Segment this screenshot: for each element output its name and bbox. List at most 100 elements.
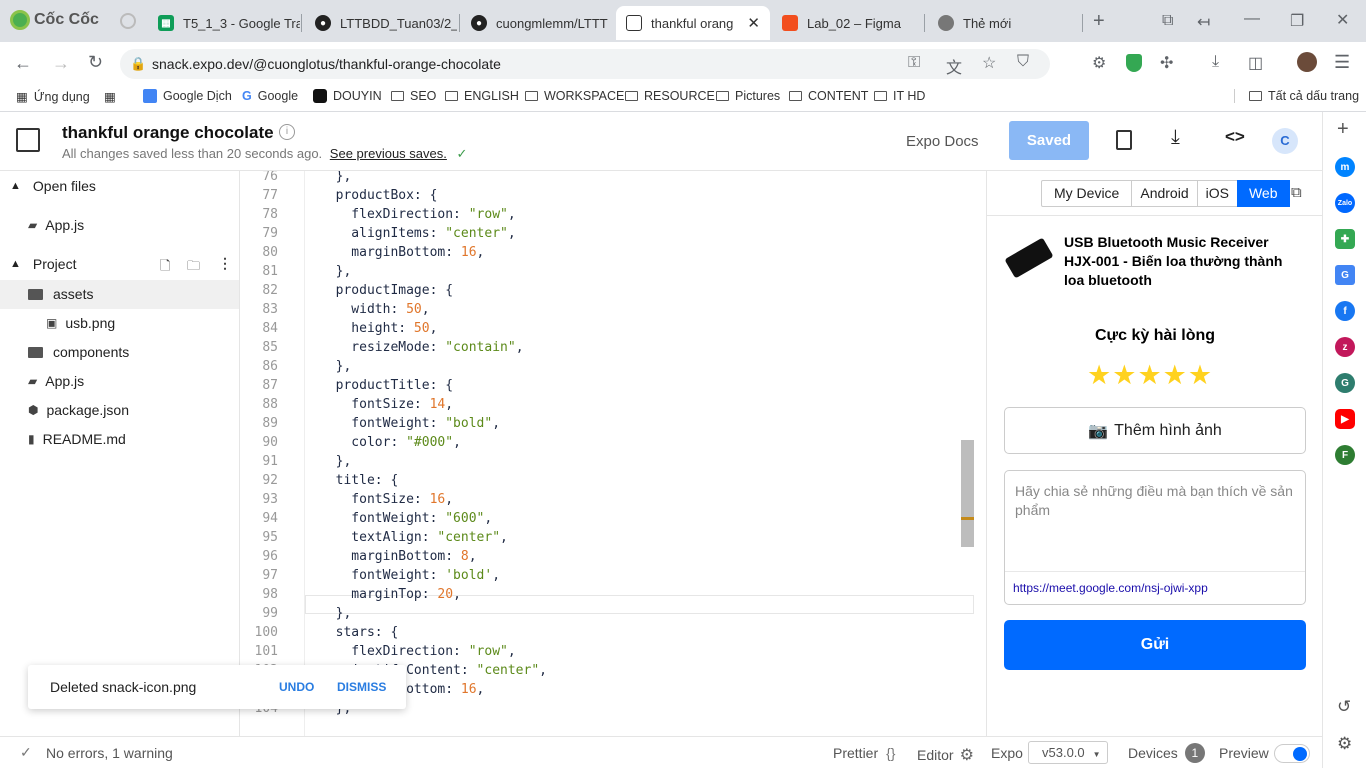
bookmark-it-hd[interactable]: IT HD xyxy=(874,89,925,103)
devices-button[interactable]: Devices 1 xyxy=(1128,742,1205,763)
expo-version-select[interactable]: v53.0.0 ▼ xyxy=(1028,741,1108,764)
add-image-button[interactable]: 📷 Thêm hình ảnh xyxy=(1004,407,1306,454)
code-line[interactable]: textAlign: "center", xyxy=(320,530,508,545)
code-line[interactable]: marginBottom: 8, xyxy=(320,549,476,564)
back-history-icon[interactable]: ↤ xyxy=(1197,12,1210,32)
star-icon[interactable]: ★ xyxy=(1188,360,1213,391)
tab-5[interactable]: Thẻ mới xyxy=(928,6,1080,40)
code-line[interactable]: title: { xyxy=(320,473,399,488)
grid2-icon[interactable]: ▦ xyxy=(104,89,116,104)
translate-icon[interactable]: 文 xyxy=(946,54,962,78)
bookmark-google[interactable]: G Google xyxy=(242,89,298,103)
url-text[interactable]: snack.expo.dev/@cuonglotus/thankful-oran… xyxy=(152,56,501,72)
code-line[interactable]: }, xyxy=(320,606,352,621)
youtube-icon[interactable]: ▶ xyxy=(1335,409,1355,429)
z-icon[interactable]: z xyxy=(1335,337,1355,357)
code-line[interactable]: resizeMode: "contain", xyxy=(320,340,523,355)
maximize-icon[interactable]: ❐ xyxy=(1290,11,1304,31)
key-icon[interactable]: ⚿ xyxy=(908,54,920,72)
embed-code-icon[interactable]: <> xyxy=(1225,127,1245,147)
dismiss-button[interactable]: DISMISS xyxy=(337,680,386,694)
g-app-icon[interactable]: G xyxy=(1335,373,1355,393)
shield-icon[interactable]: ⛉ xyxy=(1017,53,1029,71)
code-editor[interactable]: 76 }, 77 productBox: {78 flexDirection: "… xyxy=(240,171,986,736)
forward-icon[interactable]: → xyxy=(52,53,70,74)
tree-item-readme[interactable]: ▮ README.md xyxy=(28,431,126,447)
star-rating[interactable]: ★ ★ ★ ★ ★ xyxy=(1087,360,1213,391)
tab-active[interactable]: thankful orang ✕ xyxy=(616,6,770,40)
window-close-icon[interactable]: ✕ xyxy=(1336,10,1349,30)
code-line[interactable]: productImage: { xyxy=(320,283,453,298)
code-line[interactable]: marginBottom: 16, xyxy=(320,245,484,260)
info-icon[interactable]: i xyxy=(279,124,295,140)
new-file-icon[interactable]: 🗋 xyxy=(160,257,170,279)
tree-item-package[interactable]: ⬢ package.json xyxy=(28,402,129,418)
preview-toggle[interactable] xyxy=(1274,744,1310,763)
facebook-icon[interactable]: f xyxy=(1335,301,1355,321)
star-icon[interactable]: ★ xyxy=(1112,360,1137,391)
more-options-icon[interactable]: ⋮ xyxy=(218,255,232,272)
code-line[interactable]: width: 50, xyxy=(320,302,429,317)
download-project-icon[interactable]: ⤓ xyxy=(1171,126,1180,149)
code-line[interactable]: }, xyxy=(320,359,352,374)
saved-button[interactable]: Saved xyxy=(1009,121,1089,160)
tree-item-assets[interactable]: assets xyxy=(28,286,93,302)
tab-search-icon[interactable]: ⧉ xyxy=(1162,12,1173,30)
code-line[interactable]: fontWeight: "bold", xyxy=(320,416,500,431)
star-icon[interactable]: ★ xyxy=(1087,360,1112,391)
bookmark-google-dich[interactable]: Google Dịch xyxy=(143,89,232,103)
undo-button[interactable]: UNDO xyxy=(279,680,314,694)
code-line[interactable]: color: "#000", xyxy=(320,435,461,450)
error-status[interactable]: No errors, 1 warning xyxy=(46,745,173,761)
gear-icon[interactable] xyxy=(120,13,136,29)
code-line[interactable]: productBox: { xyxy=(320,188,438,203)
tab-my-device[interactable]: My Device xyxy=(1042,181,1133,206)
review-textarea[interactable]: Hãy chia sẻ những điều mà bạn thích về s… xyxy=(1015,482,1300,520)
tree-item-usb[interactable]: ▣ usb.png xyxy=(46,315,115,331)
tab-android[interactable]: Android xyxy=(1132,181,1198,206)
project-header[interactable]: ▲ Project xyxy=(10,256,76,272)
tree-item-appjs[interactable]: ▰ App.js xyxy=(28,373,84,389)
history-icon[interactable]: ↺ xyxy=(1337,697,1351,717)
tab-0[interactable]: ▦ T5_1_3 - Google Tra xyxy=(148,6,300,40)
tab-web[interactable]: Web xyxy=(1236,180,1290,207)
bookmark-workspace[interactable]: WORKSPACE xyxy=(525,89,624,103)
close-tab-icon[interactable]: ✕ xyxy=(747,14,760,32)
code-line[interactable]: }, xyxy=(320,171,352,184)
code-line[interactable]: marginTop: 20, xyxy=(320,587,461,602)
back-icon[interactable]: ← xyxy=(14,53,32,74)
star-bookmark-icon[interactable]: ☆ xyxy=(982,53,996,73)
game-icon[interactable]: ✚ xyxy=(1335,229,1355,249)
see-previous-saves-link[interactable]: See previous saves. xyxy=(330,146,447,161)
user-avatar[interactable]: C xyxy=(1272,128,1298,154)
code-line[interactable]: productTitle: { xyxy=(320,378,453,393)
profile-avatar[interactable] xyxy=(1297,52,1317,72)
reload-icon[interactable]: ↻ xyxy=(88,52,103,73)
open-external-icon[interactable]: ⧉ xyxy=(1291,184,1302,201)
snack-logo-icon[interactable] xyxy=(16,128,40,152)
new-tab-plus-icon[interactable]: + xyxy=(1093,10,1105,33)
bookmark-all[interactable]: Tất cả dấu trang xyxy=(1234,89,1359,103)
code-line[interactable]: fontWeight: 'bold', xyxy=(320,568,500,583)
code-line[interactable]: alignItems: "center", xyxy=(320,226,515,241)
side-settings-icon[interactable]: ⚙ xyxy=(1337,734,1352,754)
code-line[interactable]: }, xyxy=(320,264,352,279)
bookmark-content[interactable]: CONTENT xyxy=(789,89,868,103)
omnibox[interactable]: 🔒 snack.expo.dev/@cuonglotus/thankful-or… xyxy=(120,49,1050,79)
code-line[interactable]: fontWeight: "600", xyxy=(320,511,492,526)
tree-item-components[interactable]: components xyxy=(28,344,129,360)
bookmark-pictures[interactable]: Pictures xyxy=(716,89,780,103)
bookmark-resource[interactable]: RESOURCE xyxy=(625,89,715,103)
prettier-toggle[interactable]: Prettier {} xyxy=(833,745,895,761)
open-file-item[interactable]: ▰ App.js xyxy=(28,217,84,233)
zalo-icon[interactable]: Zalo xyxy=(1335,193,1355,213)
submit-button[interactable]: Gửi xyxy=(1004,620,1306,670)
device-qr-icon[interactable] xyxy=(1116,130,1132,150)
project-title[interactable]: thankful orange chocolate xyxy=(62,123,274,143)
star-icon[interactable]: ★ xyxy=(1163,360,1188,391)
minimize-icon[interactable]: — xyxy=(1244,10,1260,28)
adblock-icon[interactable] xyxy=(1126,54,1142,72)
code-line[interactable]: }, xyxy=(320,454,352,469)
menu-icon[interactable]: ☰ xyxy=(1334,52,1350,73)
tab-2[interactable]: ● cuongmlemm/LTTT xyxy=(461,6,613,40)
